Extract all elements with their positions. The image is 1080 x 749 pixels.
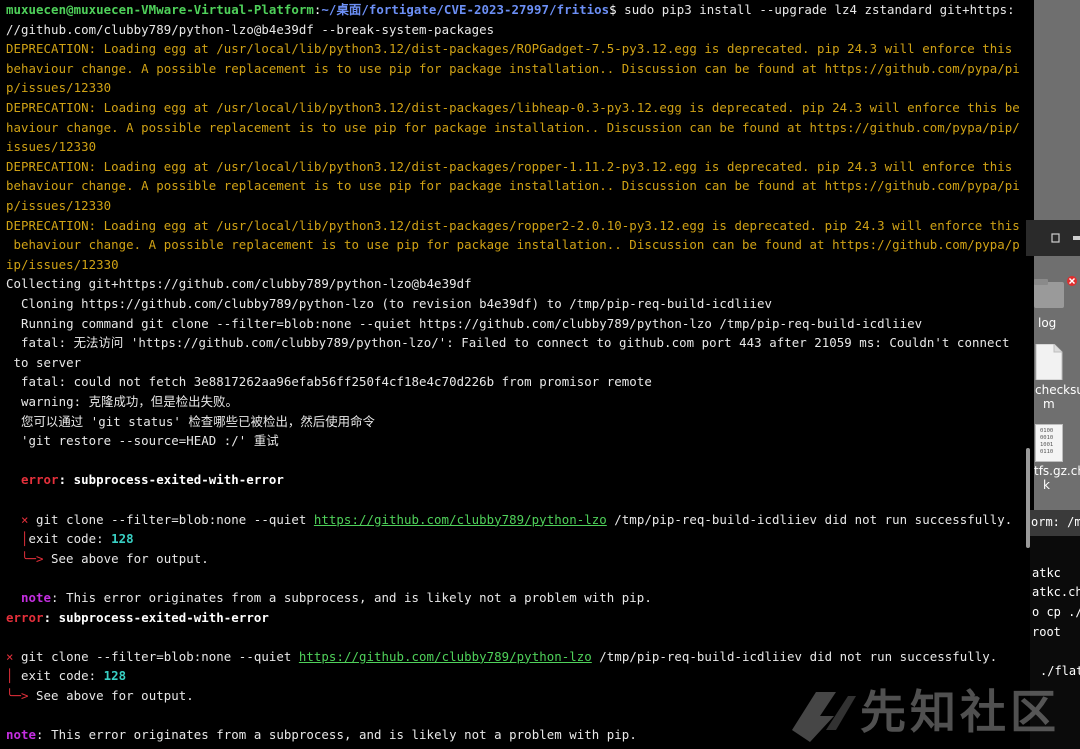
note-text: : This error originates from a subproces…	[36, 727, 637, 743]
deprecation-line: p/issues/12330	[6, 198, 112, 213]
cross-icon: ×	[6, 648, 14, 664]
cross-icon: ×	[21, 511, 29, 527]
outer-see-above-line: ╰─> See above for output.	[6, 686, 194, 706]
deprecation-line: haviour change. A possible replacement i…	[6, 119, 1020, 135]
bg-terminal-line: root	[1032, 625, 1061, 639]
inner-exit-code-line: │exit code: 128	[21, 531, 134, 547]
error-label: error	[6, 609, 44, 625]
output-line: fatal: could not fetch 3e8817262aa96efab…	[6, 374, 652, 390]
binary-file-icon[interactable]: 0100 0010 1001 0110	[1035, 424, 1063, 462]
outer-git-clone-line: × git clone --filter=blob:none --quiet h…	[6, 647, 997, 667]
outer-error-line: error: subprocess-exited-with-error	[6, 608, 269, 628]
output-line: fatal: 无法访问 'https://github.com/clubby78…	[6, 335, 1010, 351]
bg-terminal-line: atkc	[1032, 566, 1061, 580]
deprecation-line: DEPRECATION: Loading egg at /usr/local/l…	[6, 41, 1013, 57]
note-label: note	[6, 727, 37, 743]
text-file-icon[interactable]	[1034, 344, 1064, 380]
deprecation-line: DEPRECATION: Loading egg at /usr/local/l…	[6, 158, 1013, 174]
repo-link[interactable]: https://github.com/clubby789/python-lzo	[314, 512, 607, 527]
output-line: Collecting git+https://github.com/clubby…	[6, 276, 472, 292]
inner-note-line: note: This error originates from a subpr…	[21, 588, 652, 608]
arrow-icon: ╰─>	[21, 550, 44, 566]
window-controls-strip	[1026, 220, 1080, 256]
error-text: : subprocess-exited-with-error	[58, 472, 284, 488]
bg-terminal-line: orm: /me	[1031, 515, 1080, 529]
command-text: sudo pip3 install --upgrade lz4 zstandar…	[616, 2, 1015, 17]
arrow-icon: ╰─>	[6, 688, 29, 703]
inner-git-clone-line: × git clone --filter=blob:none --quiet h…	[21, 510, 1012, 530]
prompt-line: muxuecen@muxuecen-VMware-Virtual-Platfor…	[6, 2, 1015, 17]
exit-code-label: exit code:	[28, 531, 112, 547]
bg-terminal-line: atkc.ch	[1032, 585, 1080, 599]
output-line: Cloning https://github.com/clubby789/pyt…	[6, 296, 772, 311]
deprecation-line: p/issues/12330	[6, 80, 112, 96]
deprecation-line: behaviour change. A possible replacement…	[6, 178, 1020, 194]
deprecation-line: behaviour change. A possible replacement…	[6, 60, 1020, 76]
checksum-label-2: m	[1043, 397, 1055, 411]
error-text: : subprocess-exited-with-error	[43, 609, 269, 625]
watermark-text: 先知社区	[860, 685, 1060, 739]
prompt-user: muxuecen@muxuecen-VMware-Virtual-Platfor…	[6, 2, 314, 17]
file-label-2: k	[1043, 478, 1050, 492]
output-line: 'git restore --source=HEAD :/' 重试	[6, 433, 279, 449]
git-clone-text: git clone --filter=blob:none --quiet	[28, 511, 314, 527]
prompt-symbol: $	[609, 2, 617, 17]
outer-note-line: note: This error originates from a subpr…	[6, 725, 637, 745]
deprecation-line: behaviour change. A possible replacement…	[6, 237, 1020, 253]
output-line: Running command git clone --filter=blob:…	[6, 315, 923, 331]
minimize-icon[interactable]	[1026, 220, 1080, 256]
git-clone-tail: /tmp/pip-req-build-icdliiev did not run …	[591, 648, 998, 664]
git-clone-tail: /tmp/pip-req-build-icdliiev did not run …	[606, 511, 1013, 527]
exit-code-label: exit code:	[21, 668, 104, 684]
exit-code-value: 128	[111, 531, 134, 547]
inner-see-above-line: ╰─> See above for output.	[21, 549, 209, 569]
git-clone-text: git clone --filter=blob:none --quiet	[13, 648, 299, 664]
inner-error-line: error: subprocess-exited-with-error	[21, 470, 284, 490]
deprecation-line: issues/12330	[6, 139, 97, 155]
command-continuation: //github.com/clubby789/python-lzo@b4e39d…	[6, 21, 495, 37]
terminal-window[interactable]: muxuecen@muxuecen-VMware-Virtual-Platfor…	[0, 0, 1034, 749]
deprecation-line: ip/issues/12330	[6, 256, 119, 272]
bg-terminal-line: o cp ./	[1032, 605, 1080, 619]
watermark: 先知社区	[786, 672, 1080, 749]
see-above-text: See above for output.	[28, 688, 194, 703]
output-line: to server	[6, 354, 82, 370]
checksum-label-1: checksu	[1035, 383, 1080, 397]
outer-exit-code-line: │ exit code: 128	[6, 668, 127, 684]
deprecation-line: DEPRECATION: Loading egg at /usr/local/l…	[6, 217, 1020, 233]
output-line: 您可以通过 'git status' 检查哪些已被检出，然后使用命令	[6, 413, 375, 429]
deprecation-line: DEPRECATION: Loading egg at /usr/local/l…	[6, 100, 1020, 115]
folder-icon[interactable]	[1034, 276, 1080, 312]
see-above-text: See above for output.	[43, 550, 209, 566]
prompt-path: ~/桌面/fortigate/CVE-2023-27997/fritios	[321, 2, 610, 17]
note-label: note	[21, 590, 52, 605]
file-label-1: tfs.gz.ch	[1034, 464, 1080, 478]
log-label: log	[1038, 316, 1057, 330]
repo-link[interactable]: https://github.com/clubby789/python-lzo	[299, 649, 592, 664]
exit-code-value: 128	[103, 668, 127, 684]
output-line: warning: 克隆成功，但是检出失败。	[6, 394, 238, 409]
note-text: : This error originates from a subproces…	[51, 590, 652, 605]
error-label: error	[21, 472, 59, 488]
